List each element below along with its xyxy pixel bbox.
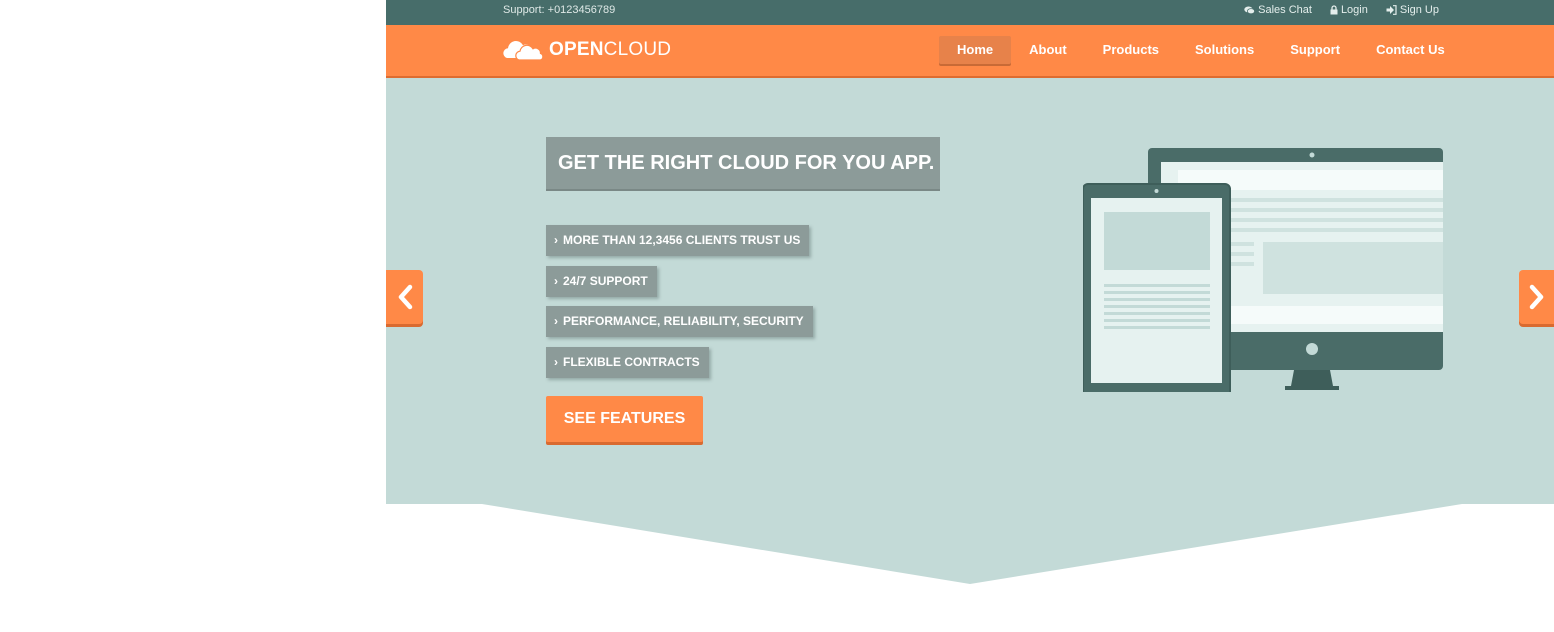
feature-contracts: › FLEXIBLE CONTRACTS [546, 347, 709, 378]
see-features-button[interactable]: SEE FEATURES [546, 396, 703, 442]
brand-logo[interactable]: OPENCLOUD [501, 38, 671, 62]
feature-clients: › MORE THAN 12,3456 CLIENTS TRUST US [546, 225, 810, 256]
website: Support: +0123456789 Sales Chat Login Si… [386, 0, 1554, 632]
chevron-icon: › [554, 233, 558, 247]
chat-icon [1244, 6, 1256, 14]
login-label: Login [1340, 4, 1368, 16]
nav-support[interactable]: Support [1272, 36, 1358, 64]
brand-name-cloud: CLOUD [603, 39, 672, 60]
hero-headline: GET THE RIGHT CLOUD FOR YOU APP. [546, 137, 940, 189]
feature-label: MORE THAN 12,3456 CLIENTS TRUST US [563, 233, 801, 247]
nav-products[interactable]: Products [1085, 36, 1177, 64]
chevron-left-icon [398, 284, 412, 310]
sign-up-link[interactable]: Sign Up [1386, 4, 1439, 16]
sales-chat-link[interactable]: Sales Chat [1244, 4, 1312, 16]
chevron-right-icon [1529, 284, 1543, 310]
nav-home[interactable]: Home [939, 36, 1012, 64]
main-navbar: OPENCLOUD Home About Products Solutions … [386, 25, 1554, 78]
feature-label: PERFORMANCE, RELIABILITY, SECURITY [563, 314, 804, 328]
lock-icon [1330, 5, 1338, 15]
account-links: Sales Chat Login Sign Up [1244, 4, 1439, 16]
cloud-icon [503, 40, 544, 61]
slider-next-button[interactable] [1519, 270, 1554, 324]
feature-label: 24/7 SUPPORT [563, 274, 648, 288]
chevron-icon: › [554, 274, 558, 288]
support-phone: Support: +0123456789 [503, 4, 616, 16]
sales-chat-label: Sales Chat [1258, 4, 1312, 16]
chevron-icon: › [554, 355, 558, 369]
brand-name-open: OPEN [549, 39, 604, 60]
login-link[interactable]: Login [1330, 4, 1368, 16]
tablet-icon [1083, 183, 1231, 392]
sign-up-label: Sign Up [1399, 4, 1439, 16]
feature-label: FLEXIBLE CONTRACTS [563, 355, 700, 369]
sign-in-icon [1386, 5, 1397, 15]
chevron-icon: › [554, 314, 558, 328]
nav-solutions[interactable]: Solutions [1177, 36, 1272, 64]
feature-performance: › PERFORMANCE, RELIABILITY, SECURITY [546, 306, 813, 337]
top-bar: Support: +0123456789 Sales Chat Login Si… [386, 0, 1554, 25]
slider-prev-button[interactable] [386, 270, 423, 324]
hero-slider: GET THE RIGHT CLOUD FOR YOU APP. › MORE T… [386, 78, 1554, 586]
nav-contact-us[interactable]: Contact Us [1358, 36, 1463, 64]
brand-name: OPENCLOUD [549, 39, 671, 61]
tablet-and-monitor-illustration [1083, 148, 1443, 392]
nav-about[interactable]: About [1011, 36, 1085, 64]
nav-menu: Home About Products Solutions Support Co… [939, 36, 1463, 64]
feature-support: › 24/7 SUPPORT [546, 266, 657, 297]
